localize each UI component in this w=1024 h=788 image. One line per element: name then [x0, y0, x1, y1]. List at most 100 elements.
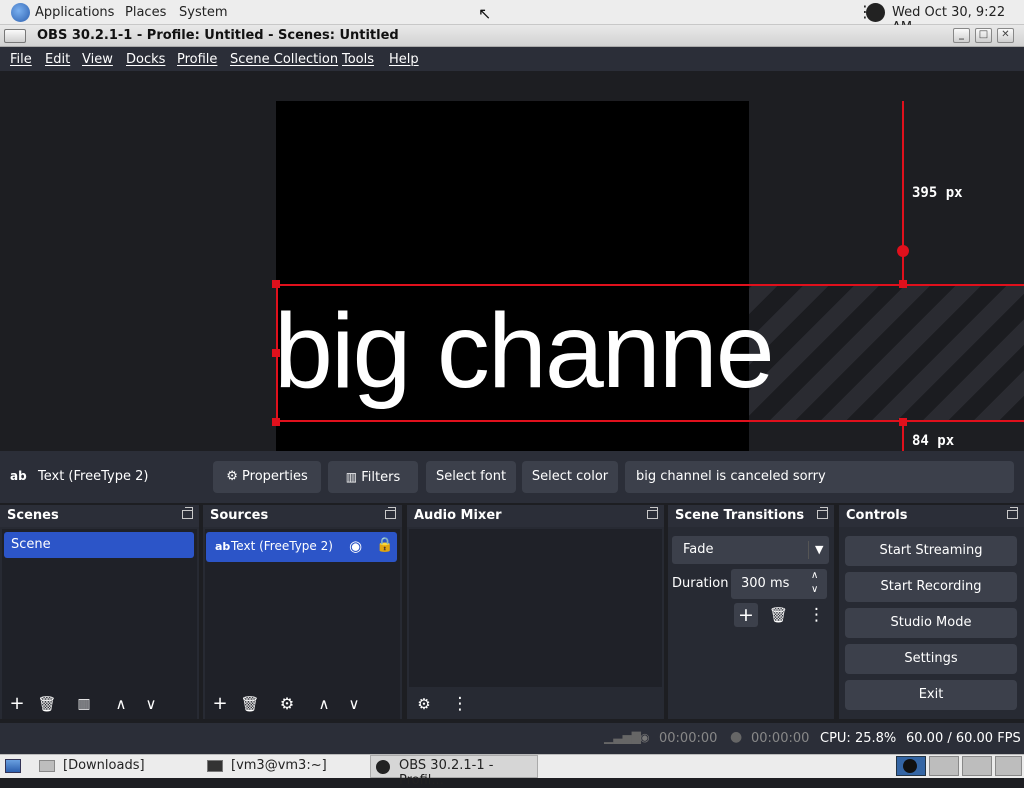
menu-tools[interactable]: Tools [342, 52, 374, 67]
transition-select[interactable]: Fade ▼ [672, 536, 829, 564]
move-up-icon[interactable]: ∧ [311, 692, 337, 716]
lock-icon[interactable]: 🔒 [376, 537, 393, 553]
terminal-icon [207, 760, 223, 772]
record-indicator-icon: ● [730, 729, 743, 745]
filter-icon: ▥ [345, 470, 358, 484]
workspace-2[interactable] [929, 756, 959, 776]
source-toolbar: ab Text (FreeType 2) ⚙ Properties ▥ Filt… [0, 451, 1024, 503]
properties-button[interactable]: ⚙ Properties [213, 461, 321, 493]
taskbar-downloads[interactable]: [Downloads] [63, 758, 145, 773]
start-streaming-button[interactable]: Start Streaming [845, 536, 1017, 566]
workspace-4[interactable] [995, 756, 1022, 776]
scene-item[interactable]: Scene [4, 532, 194, 558]
settings-button[interactable]: Settings [845, 644, 1017, 674]
spin-up-icon[interactable]: ∧ [811, 570, 818, 581]
folder-icon [39, 760, 55, 772]
fps-readout: 60.00 / 60.00 FPS [906, 731, 1021, 746]
start-recording-button[interactable]: Start Recording [845, 572, 1017, 602]
taskbar-obs[interactable]: OBS 30.2.1-1 - Profil... [370, 755, 538, 788]
menu-bar: File Edit View Docks Profile Scene Colle… [0, 47, 1024, 71]
scenes-title: Scenes [0, 505, 199, 527]
obs-tray-icon[interactable] [866, 3, 885, 22]
guide-endpoint [897, 245, 909, 257]
menu-scene-collection[interactable]: Scene Collection [230, 52, 338, 67]
minimize-button[interactable]: _ [953, 28, 970, 43]
undock-icon[interactable] [647, 507, 658, 519]
duration-input[interactable]: 300 ms ∧ ∨ [731, 569, 827, 599]
trash-icon[interactable]: 🗑 [769, 603, 788, 627]
select-color-button[interactable]: Select color [522, 461, 618, 493]
menu-view[interactable]: View [82, 52, 113, 67]
undock-icon[interactable] [1007, 507, 1018, 519]
system-menu[interactable]: System [179, 5, 227, 20]
exit-button[interactable]: Exit [845, 680, 1017, 710]
select-font-button[interactable]: Select font [426, 461, 516, 493]
eye-icon[interactable]: ◉ [349, 537, 362, 555]
spin-down-icon[interactable]: ∨ [811, 584, 818, 595]
gear-icon[interactable]: ⚙ [274, 692, 300, 716]
scenes-list: Scene [2, 529, 197, 719]
bottom-distance-label: 84 px [912, 433, 955, 449]
undock-icon[interactable] [385, 507, 396, 519]
studio-mode-button[interactable]: Studio Mode [845, 608, 1017, 638]
scenes-dock: Scenes Scene + 🗑 ▥ ∧ ∨ [0, 505, 199, 719]
places-menu[interactable]: Places [125, 5, 166, 20]
scene-transitions-title: Scene Transitions [668, 505, 834, 527]
applications-menu[interactable]: Applications [35, 5, 114, 20]
window-menu-icon[interactable] [4, 29, 26, 43]
text-source-icon: ab [10, 469, 27, 483]
chevron-down-icon: ▼ [808, 541, 823, 559]
add-icon[interactable]: + [734, 603, 758, 627]
trash-icon[interactable]: 🗑 [237, 692, 263, 716]
undock-icon[interactable] [817, 507, 828, 519]
move-down-icon[interactable]: ∨ [138, 692, 164, 716]
cpu-usage: CPU: 25.8% [820, 731, 897, 746]
audio-mixer-dock: Audio Mixer ⚙ ⋮ [407, 505, 664, 719]
undock-icon[interactable] [182, 507, 193, 519]
workspace-3[interactable] [962, 756, 992, 776]
resize-handle[interactable] [272, 349, 280, 357]
sources-dock: Sources ab Text (FreeType 2) ◉ 🔒 + 🗑 ⚙ ∧… [203, 505, 402, 719]
resize-handle[interactable] [272, 418, 280, 426]
record-time: 00:00:00 [751, 731, 810, 746]
obs-icon [376, 760, 390, 774]
taskbar: [Downloads] [vm3@vm3:~] OBS 30.2.1-1 - P… [0, 754, 1024, 788]
text-source-icon: ab [215, 540, 231, 553]
menu-profile[interactable]: Profile [177, 52, 217, 67]
selected-source-name: Text (FreeType 2) [38, 469, 149, 484]
maximize-button[interactable]: □ [975, 28, 992, 43]
scene-transitions-dock: Scene Transitions Fade ▼ Duration 300 ms… [668, 505, 834, 719]
trash-icon[interactable]: 🗑 [34, 692, 60, 716]
show-desktop-icon[interactable] [5, 759, 21, 773]
resize-handle[interactable] [272, 280, 280, 288]
filters-button[interactable]: ▥ Filters [328, 461, 418, 493]
gnome-foot-icon[interactable] [11, 3, 30, 22]
obs-workspace-icon [903, 759, 917, 773]
sources-list: ab Text (FreeType 2) ◉ 🔒 [205, 529, 400, 719]
stream-indicator-icon: ◉ [640, 731, 650, 744]
gears-icon[interactable]: ⚙ [411, 692, 437, 716]
menu-docks[interactable]: Docks [126, 52, 165, 67]
window-titlebar[interactable]: OBS 30.2.1-1 - Profile: Untitled - Scene… [0, 25, 1024, 47]
status-bar: ▁▃▅▇ ◉ 00:00:00 ● 00:00:00 CPU: 25.8% 60… [0, 723, 1024, 754]
move-up-icon[interactable]: ∧ [108, 692, 134, 716]
add-icon[interactable]: + [207, 692, 233, 716]
controls-dock: Controls Start Streaming Start Recording… [839, 505, 1024, 719]
add-icon[interactable]: + [4, 692, 30, 716]
taskbar-terminal[interactable]: [vm3@vm3:~] [231, 758, 327, 773]
menu-help[interactable]: Help [389, 52, 419, 67]
preview-area[interactable]: big channe 395 px 84 px [0, 71, 1024, 451]
menu-file[interactable]: File [10, 52, 32, 67]
vertical-dots-icon[interactable]: ⋮ [447, 692, 473, 716]
close-button[interactable]: ✕ [997, 28, 1014, 43]
top-panel: Applications Places System ↖ ⋮ Wed Oct 3… [0, 0, 1024, 35]
source-item[interactable]: ab Text (FreeType 2) ◉ 🔒 [206, 532, 397, 562]
text-input[interactable]: big channel is canceled sorry [625, 461, 1014, 493]
menu-edit[interactable]: Edit [45, 52, 70, 67]
scene-filters-icon[interactable]: ▥ [71, 692, 97, 716]
duration-label: Duration [672, 576, 729, 591]
move-down-icon[interactable]: ∨ [341, 692, 367, 716]
signal-bars-icon: ▁▃▅▇ [604, 730, 641, 744]
bottom-guide-line [902, 422, 904, 451]
vertical-dots-icon[interactable]: ⋮ [808, 603, 825, 627]
